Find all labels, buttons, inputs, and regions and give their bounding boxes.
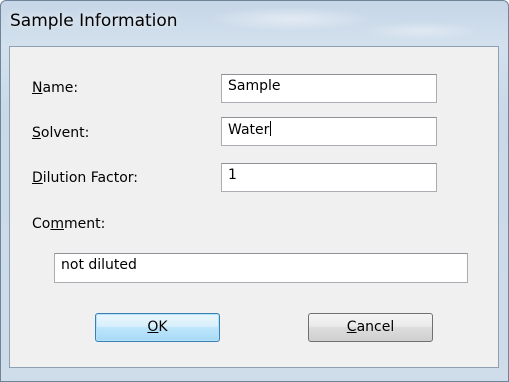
solvent-label: Solvent: xyxy=(32,125,89,141)
cancel-button-label: ancel xyxy=(356,319,395,335)
solvent-label-mnemonic: S xyxy=(32,125,41,141)
dialog-client-area: Name: Sample Solvent: Water Dilution Fac… xyxy=(9,46,499,368)
dialog-window: Sample Information Name: Sample Solvent:… xyxy=(0,0,509,382)
solvent-field-value: Water xyxy=(228,122,270,138)
dilution-label-mnemonic: D xyxy=(32,170,43,186)
name-field[interactable]: Sample xyxy=(221,74,437,103)
dilution-label-text: ilution Factor: xyxy=(42,170,139,186)
text-caret xyxy=(270,121,272,136)
dialog-title: Sample Information xyxy=(10,11,178,31)
ok-button-mnemonic: O xyxy=(147,319,159,335)
comment-label: Comment: xyxy=(32,216,105,232)
dilution-factor-value: 1 xyxy=(228,167,237,183)
cancel-button[interactable]: Cancel xyxy=(308,313,433,342)
name-label: Name: xyxy=(32,80,78,96)
cancel-button-mnemonic: C xyxy=(346,319,357,335)
comment-label-mnemonic: m xyxy=(50,216,64,232)
ok-button[interactable]: OK xyxy=(95,313,220,342)
comment-label-pre: Co xyxy=(32,216,51,232)
solvent-field[interactable]: Water xyxy=(221,117,437,146)
comment-label-text: ment: xyxy=(63,216,106,232)
ok-button-label: K xyxy=(158,319,168,335)
dilution-factor-label: Dilution Factor: xyxy=(32,170,138,186)
name-label-text: ame: xyxy=(42,80,79,96)
name-field-value: Sample xyxy=(228,78,281,94)
comment-field-value: not diluted xyxy=(61,257,137,273)
dilution-factor-field[interactable]: 1 xyxy=(221,163,437,192)
comment-field[interactable]: not diluted xyxy=(54,253,468,283)
name-label-mnemonic: N xyxy=(32,80,43,96)
solvent-label-text: olvent: xyxy=(40,125,90,141)
